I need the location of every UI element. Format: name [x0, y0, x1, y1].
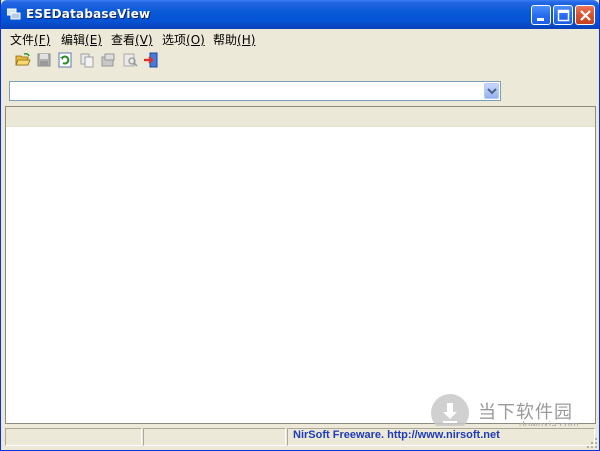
minimize-button[interactable]: [531, 5, 551, 25]
nirsoft-link[interactable]: NirSoft Freeware. http://www.nirsoft.net: [293, 429, 500, 441]
refresh-icon[interactable]: [55, 50, 75, 70]
menu-file[interactable]: 文件(F): [10, 31, 50, 48]
table-selector-combo[interactable]: [9, 81, 501, 101]
menu-help[interactable]: 帮助(H): [213, 31, 255, 48]
resize-grip-icon[interactable]: [586, 437, 598, 449]
menu-options-accel: (O): [186, 33, 205, 47]
properties-icon[interactable]: [98, 50, 118, 70]
open-folder-icon[interactable]: [13, 50, 33, 70]
menu-help-label: 帮助: [213, 33, 238, 47]
menu-view[interactable]: 查看(V): [111, 31, 153, 48]
menu-file-accel: (F): [34, 33, 51, 47]
maximize-button[interactable]: [553, 5, 573, 25]
exit-icon[interactable]: [141, 50, 161, 70]
menu-bar: 文件(F) 编辑(E) 查看(V) 选项(O) 帮助(H): [1, 29, 599, 47]
menu-edit[interactable]: 编辑(E): [61, 31, 102, 48]
find-icon[interactable]: [120, 50, 140, 70]
menu-view-label: 查看: [111, 33, 136, 47]
app-database-icon: [6, 8, 21, 20]
records-list[interactable]: [5, 106, 596, 424]
window-title: ESEDatabaseView: [26, 7, 151, 21]
title-bar[interactable]: ESEDatabaseView: [1, 0, 599, 29]
menu-options[interactable]: 选项(O): [162, 31, 205, 48]
list-column-header[interactable]: [6, 107, 595, 127]
status-pane-info: [143, 428, 286, 446]
chevron-down-icon[interactable]: [484, 83, 499, 99]
menu-help-accel: (H): [237, 33, 256, 47]
app-window: ESEDatabaseView 文件(F) 编辑(E) 查看(V) 选项(O) …: [0, 0, 600, 451]
menu-file-label: 文件: [10, 33, 35, 47]
close-button[interactable]: [575, 5, 595, 25]
status-bar: NirSoft Freeware. http://www.nirsoft.net: [1, 426, 599, 450]
menu-edit-label: 编辑: [61, 33, 86, 47]
status-pane-count: [5, 428, 142, 446]
menu-view-accel: (V): [135, 33, 153, 47]
menu-edit-accel: (E): [85, 33, 102, 47]
menu-options-label: 选项: [162, 33, 187, 47]
toolbar: [1, 48, 599, 72]
copy-icon[interactable]: [77, 50, 97, 70]
save-icon[interactable]: [34, 50, 54, 70]
